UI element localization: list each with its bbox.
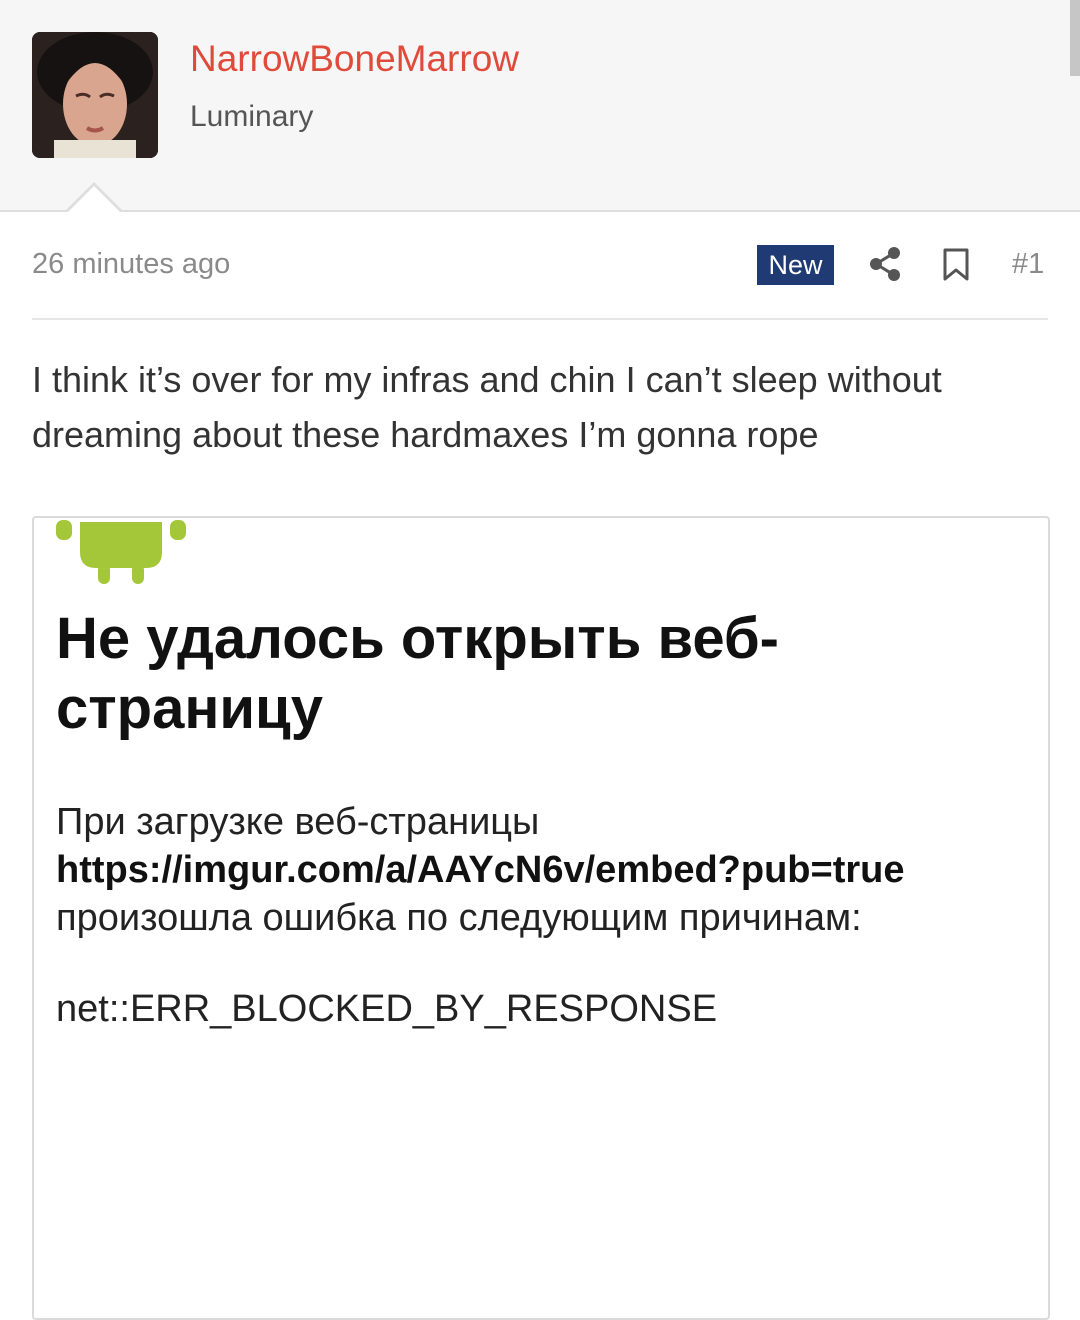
error-code: net::ERR_BLOCKED_BY_RESPONSE [56,988,718,1030]
error-title: Не удалось открыть веб-страницу [56,606,779,741]
meta-divider [32,318,1048,320]
avatar[interactable] [32,32,158,158]
post-timestamp[interactable]: 26 minutes ago [32,248,230,281]
header-pointer-fill [66,186,122,214]
post-number-link[interactable]: #1 [1012,248,1044,281]
embed-frame[interactable]: Не удалось открыть веб-страницу При загр… [32,516,1050,1320]
android-icon [54,518,188,586]
bookmark-icon[interactable] [942,248,970,282]
error-message-intro: При загрузке веб-страницы [56,801,540,843]
scrollbar[interactable] [1070,0,1080,76]
error-message: При загрузке веб-страницы https://imgur.… [56,798,1016,942]
post-meta-bar: 26 minutes ago New #1 [32,244,1048,288]
error-url[interactable]: https://imgur.com/a/AAYcN6v/embed?pub=tr… [56,846,1016,894]
post-author-header: NarrowBoneMarrow Luminary [0,0,1080,212]
post-body-text: I think it’s over for my infras and chin… [32,359,942,455]
author-username[interactable]: NarrowBoneMarrow [190,38,519,80]
new-badge: New [757,245,834,285]
author-user-title: Luminary [190,100,314,133]
error-message-reason: произошла ошибка по следующим причинам: [56,897,862,939]
share-icon[interactable] [868,246,902,282]
